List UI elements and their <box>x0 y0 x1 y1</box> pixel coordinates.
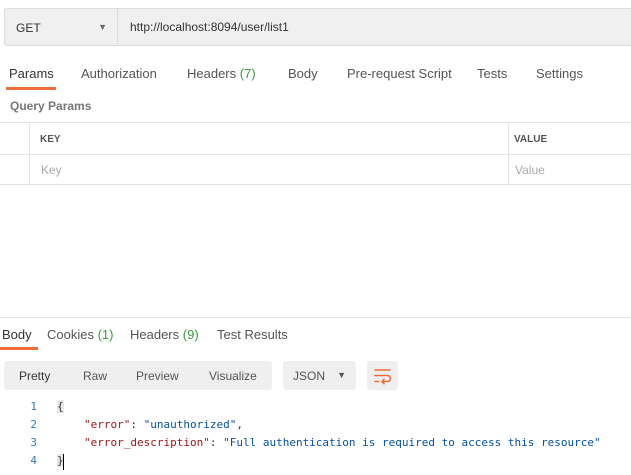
json-key: "error_description" <box>84 436 210 449</box>
json-value: "Full authentication is required to acce… <box>223 436 601 449</box>
format-select[interactable]: JSON ▼ <box>283 361 356 390</box>
request-bar: GET ▼ http://localhost:8094/user/list1 <box>0 8 631 46</box>
row-handle-cell <box>0 123 30 154</box>
wrap-lines-button[interactable] <box>367 361 398 390</box>
response-tab-headers[interactable]: Headers (9) <box>130 327 199 342</box>
tab-count: (7) <box>239 66 256 81</box>
response-code-editor[interactable]: 1 { 2 "error": "unauthorized", 3 "error_… <box>0 400 631 475</box>
method-select[interactable]: GET ▼ <box>4 8 118 46</box>
code-line: 4 } <box>0 454 631 472</box>
tab-body[interactable]: Body <box>288 66 318 81</box>
code-line: 2 "error": "unauthorized", <box>0 418 631 436</box>
text-cursor <box>63 454 64 470</box>
response-tab-body[interactable]: Body <box>2 327 32 342</box>
view-mode-pretty[interactable]: Pretty <box>19 369 50 383</box>
json-trail: , <box>236 418 243 431</box>
json-separator: : <box>130 418 144 431</box>
value-column-header: VALUE <box>509 123 631 154</box>
line-content: "error_description": "Full authenticatio… <box>84 436 601 449</box>
tab-label: Settings <box>536 66 583 81</box>
tab-label: Cookies <box>47 327 94 342</box>
line-number: 4 <box>30 454 37 467</box>
row-checkbox-cell[interactable] <box>0 154 30 185</box>
tab-label: Tests <box>477 66 508 81</box>
code-line: 1 { <box>0 400 631 418</box>
url-value: http://localhost:8094/user/list1 <box>130 20 289 34</box>
line-number: 1 <box>30 400 37 413</box>
line-content: "error": "unauthorized", <box>84 418 243 431</box>
response-tab-cookies[interactable]: Cookies (1) <box>47 327 113 342</box>
active-response-tab-indicator <box>0 347 38 350</box>
key-column-header: KEY <box>30 123 509 154</box>
tab-label: Body <box>288 66 318 81</box>
json-separator: : <box>209 436 224 449</box>
table-row: Key Value <box>0 154 631 185</box>
view-mode-visualize[interactable]: Visualize <box>209 369 257 383</box>
request-tabs: Params Authorization Headers (7) Body Pr… <box>0 58 631 90</box>
json-value: "unauthorized" <box>143 418 237 431</box>
line-number: 3 <box>30 436 37 449</box>
tab-label: Body <box>2 327 32 342</box>
query-params-title: Query Params <box>10 99 92 113</box>
key-input[interactable]: Key <box>30 154 509 185</box>
url-input[interactable]: http://localhost:8094/user/list1 <box>118 8 631 46</box>
response-tab-test-results[interactable]: Test Results <box>217 327 288 342</box>
format-label: JSON <box>293 369 326 383</box>
json-key: "error" <box>84 418 131 431</box>
tab-count: (1) <box>97 327 114 342</box>
tab-tests[interactable]: Tests <box>477 66 507 81</box>
tab-label: Authorization <box>81 66 157 81</box>
chevron-down-icon: ▼ <box>337 370 346 380</box>
chevron-down-icon: ▼ <box>98 22 107 32</box>
key-placeholder: Key <box>41 163 62 177</box>
table-header-row: KEY VALUE <box>0 123 631 155</box>
tab-label: Headers <box>130 327 180 342</box>
tab-settings[interactable]: Settings <box>536 66 583 81</box>
view-mode-raw[interactable]: Raw <box>83 369 107 383</box>
tab-pre-request-script[interactable]: Pre-request Script <box>347 66 452 81</box>
tab-label: Test Results <box>217 327 288 342</box>
tab-label: Headers <box>187 66 237 81</box>
tab-authorization[interactable]: Authorization <box>81 66 157 81</box>
view-mode-segmented-control: Pretty Raw Preview Visualize <box>4 361 272 390</box>
tab-headers[interactable]: Headers (7) <box>187 66 256 81</box>
active-tab-indicator <box>6 87 56 90</box>
view-mode-preview[interactable]: Preview <box>136 369 179 383</box>
tab-label: Pre-request Script <box>347 66 452 81</box>
value-placeholder: Value <box>515 163 545 177</box>
value-input[interactable]: Value <box>509 154 631 185</box>
code-line: 3 "error_description": "Full authenticat… <box>0 436 631 454</box>
method-label: GET <box>16 21 41 35</box>
line-number: 2 <box>30 418 37 431</box>
line-content: { <box>57 400 64 413</box>
response-tabs: Body Cookies (1) Headers (9) Test Result… <box>0 318 631 350</box>
query-params-table: KEY VALUE Key Value <box>0 122 631 185</box>
open-brace: { <box>57 400 64 413</box>
wrap-lines-icon <box>374 369 392 385</box>
key-header-label: KEY <box>40 134 61 145</box>
value-header-label: VALUE <box>514 134 548 145</box>
tab-params[interactable]: Params <box>9 66 54 81</box>
tab-label: Params <box>9 66 54 81</box>
tab-count: (9) <box>182 327 199 342</box>
